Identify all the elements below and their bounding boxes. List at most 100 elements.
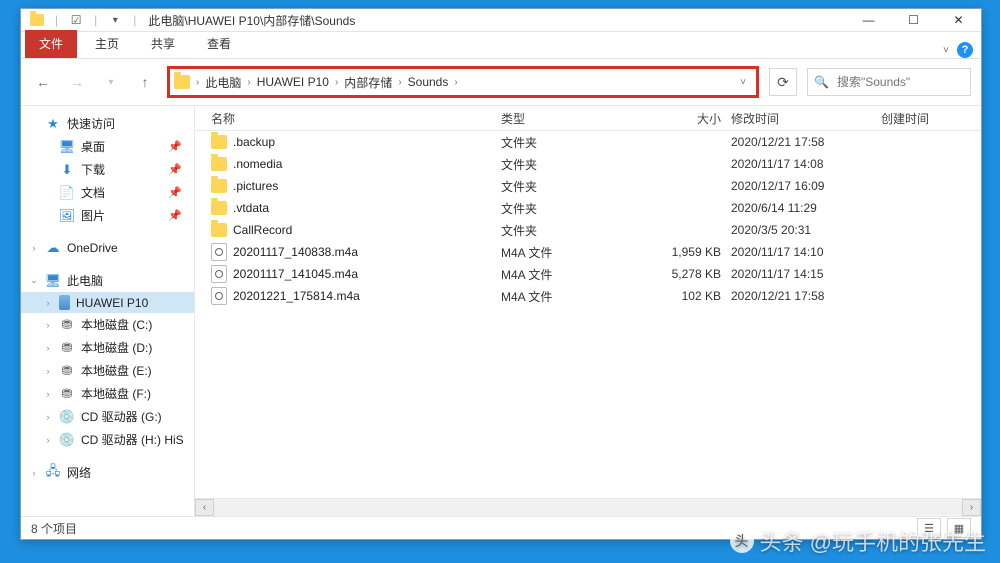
sidebar-item[interactable]: ›💿CD 驱动器 (G:): [21, 405, 194, 428]
table-row[interactable]: 20201117_140838.m4aM4A 文件1,959 KB2020/11…: [195, 241, 981, 263]
folder-icon: [29, 12, 45, 28]
sidebar-this-pc[interactable]: ⌄ 🖥 此电脑: [21, 269, 194, 292]
expand-icon[interactable]: ›: [29, 468, 39, 478]
table-row[interactable]: 20201117_141045.m4aM4A 文件5,278 KB2020/11…: [195, 263, 981, 285]
pin-icon: 📌: [168, 186, 182, 199]
horizontal-scrollbar[interactable]: ‹ ›: [195, 498, 981, 516]
sidebar-item-label: HUAWEI P10: [76, 296, 148, 310]
scroll-right-icon[interactable]: ›: [962, 499, 981, 516]
table-row[interactable]: .vtdata文件夹2020/6/14 11:29: [195, 197, 981, 219]
tab-file[interactable]: 文件: [25, 30, 77, 58]
file-mtime: 2020/12/21 17:58: [731, 135, 881, 149]
thumbnails-view-button[interactable]: ▦: [947, 518, 971, 538]
cloud-icon: ☁: [45, 240, 61, 256]
breadcrumb-seg[interactable]: HUAWEI P10: [253, 75, 333, 89]
chevron-right-icon[interactable]: ›: [196, 77, 199, 88]
breadcrumb-seg[interactable]: 此电脑: [201, 74, 245, 91]
sidebar-item[interactable]: 🖼图片📌: [21, 204, 194, 227]
navigation-row: ← → ▾ ↑ › 此电脑 › HUAWEI P10 › 内部存储 › Soun…: [21, 59, 981, 106]
expand-icon[interactable]: ›: [43, 366, 53, 376]
column-type[interactable]: 类型: [501, 110, 651, 127]
phone-icon: [59, 295, 70, 310]
file-size: 5,278 KB: [651, 267, 731, 281]
table-row[interactable]: .pictures文件夹2020/12/17 16:09: [195, 175, 981, 197]
collapse-icon[interactable]: ⌄: [29, 275, 39, 286]
file-name: 20201221_175814.m4a: [233, 289, 360, 303]
file-type: M4A 文件: [501, 288, 651, 305]
tab-view[interactable]: 查看: [193, 30, 245, 58]
column-headers[interactable]: 名称 类型 大小 修改时间 创建时间: [195, 106, 981, 131]
breadcrumb-seg[interactable]: 内部存储: [340, 74, 396, 91]
column-name[interactable]: 名称: [211, 110, 501, 127]
forward-button[interactable]: →: [65, 70, 89, 94]
breadcrumb[interactable]: › 此电脑 › HUAWEI P10 › 内部存储 › Sounds › ˅: [167, 66, 759, 98]
up-button[interactable]: ↑: [133, 70, 157, 94]
column-size[interactable]: 大小: [651, 110, 731, 127]
expand-icon[interactable]: ›: [43, 343, 53, 353]
tab-share[interactable]: 共享: [137, 30, 189, 58]
properties-icon[interactable]: ☑: [68, 12, 84, 28]
sidebar-item[interactable]: 🖥桌面📌: [21, 135, 194, 158]
pin-icon: 📌: [168, 163, 182, 176]
expand-icon[interactable]: ›: [43, 320, 53, 330]
drive-icon: ⛃: [59, 363, 75, 379]
maximize-button[interactable]: ☐: [891, 9, 936, 31]
folder-icon: [211, 201, 227, 215]
drive-icon: ⛃: [59, 340, 75, 356]
expand-icon[interactable]: ›: [43, 412, 53, 422]
navigation-pane[interactable]: ★ 快速访问 🖥桌面📌⬇下载📌📄文档📌🖼图片📌 › ☁ OneDrive ⌄ 🖥…: [21, 106, 195, 516]
column-ctime[interactable]: 创建时间: [881, 110, 981, 127]
table-row[interactable]: 20201221_175814.m4aM4A 文件102 KB2020/12/2…: [195, 285, 981, 307]
table-row[interactable]: .backup文件夹2020/12/21 17:58: [195, 131, 981, 153]
file-list-pane: 名称 类型 大小 修改时间 创建时间 .backup文件夹2020/12/21 …: [195, 106, 981, 516]
close-button[interactable]: ✕: [936, 9, 981, 31]
breadcrumb-dropdown-icon[interactable]: ˅: [734, 77, 752, 88]
expand-icon[interactable]: ›: [43, 298, 53, 308]
sidebar-item[interactable]: ›⛃本地磁盘 (C:): [21, 313, 194, 336]
recent-locations-icon[interactable]: ▾: [99, 70, 123, 94]
details-view-button[interactable]: ☰: [917, 518, 941, 538]
file-name: CallRecord: [233, 223, 292, 237]
ribbon-collapse-icon[interactable]: ˅: [943, 45, 949, 56]
search-input[interactable]: [835, 74, 994, 90]
cdh-icon: 💿: [59, 432, 75, 448]
tab-home[interactable]: 主页: [81, 30, 133, 58]
chevron-right-icon[interactable]: ›: [454, 77, 457, 88]
qat-dropdown-icon[interactable]: ▾: [107, 12, 123, 28]
cd-icon: 💿: [59, 409, 75, 425]
help-icon[interactable]: ?: [957, 42, 973, 58]
sidebar-onedrive[interactable]: › ☁ OneDrive: [21, 237, 194, 259]
file-name: 20201117_140838.m4a: [233, 245, 358, 259]
chevron-right-icon[interactable]: ›: [398, 77, 401, 88]
minimize-button[interactable]: —: [846, 9, 891, 31]
drive-icon: ⛃: [59, 386, 75, 402]
sidebar-item[interactable]: 📄文档📌: [21, 181, 194, 204]
table-row[interactable]: .nomedia文件夹2020/11/17 14:08: [195, 153, 981, 175]
sidebar-item[interactable]: ›⛃本地磁盘 (F:): [21, 382, 194, 405]
sidebar-quick-access[interactable]: ★ 快速访问: [21, 112, 194, 135]
chevron-right-icon[interactable]: ›: [335, 77, 338, 88]
table-row[interactable]: CallRecord文件夹2020/3/5 20:31: [195, 219, 981, 241]
sidebar-item[interactable]: ›⛃本地磁盘 (D:): [21, 336, 194, 359]
scroll-left-icon[interactable]: ‹: [195, 499, 214, 516]
refresh-button[interactable]: ⟳: [769, 68, 797, 96]
file-type: 文件夹: [501, 156, 651, 173]
expand-icon[interactable]: ›: [43, 389, 53, 399]
breadcrumb-folder-icon: [174, 75, 190, 89]
expand-icon[interactable]: ›: [29, 243, 39, 253]
sidebar-item-label: OneDrive: [67, 241, 118, 255]
search-box[interactable]: 🔍: [807, 68, 971, 96]
breadcrumb-seg[interactable]: Sounds: [404, 75, 453, 89]
scroll-track[interactable]: [214, 500, 962, 515]
column-mtime[interactable]: 修改时间: [731, 110, 881, 127]
chevron-right-icon[interactable]: ›: [247, 77, 250, 88]
sidebar-item[interactable]: ›💿CD 驱动器 (H:) HiS: [21, 428, 194, 451]
back-button[interactable]: ←: [31, 70, 55, 94]
pc-icon: 🖥: [45, 273, 61, 289]
expand-icon[interactable]: ›: [43, 435, 53, 445]
file-type: M4A 文件: [501, 266, 651, 283]
sidebar-item[interactable]: ›⛃本地磁盘 (E:): [21, 359, 194, 382]
sidebar-network[interactable]: › 🖧 网络: [21, 461, 194, 484]
sidebar-item[interactable]: › HUAWEI P10: [21, 292, 194, 313]
sidebar-item[interactable]: ⬇下载📌: [21, 158, 194, 181]
